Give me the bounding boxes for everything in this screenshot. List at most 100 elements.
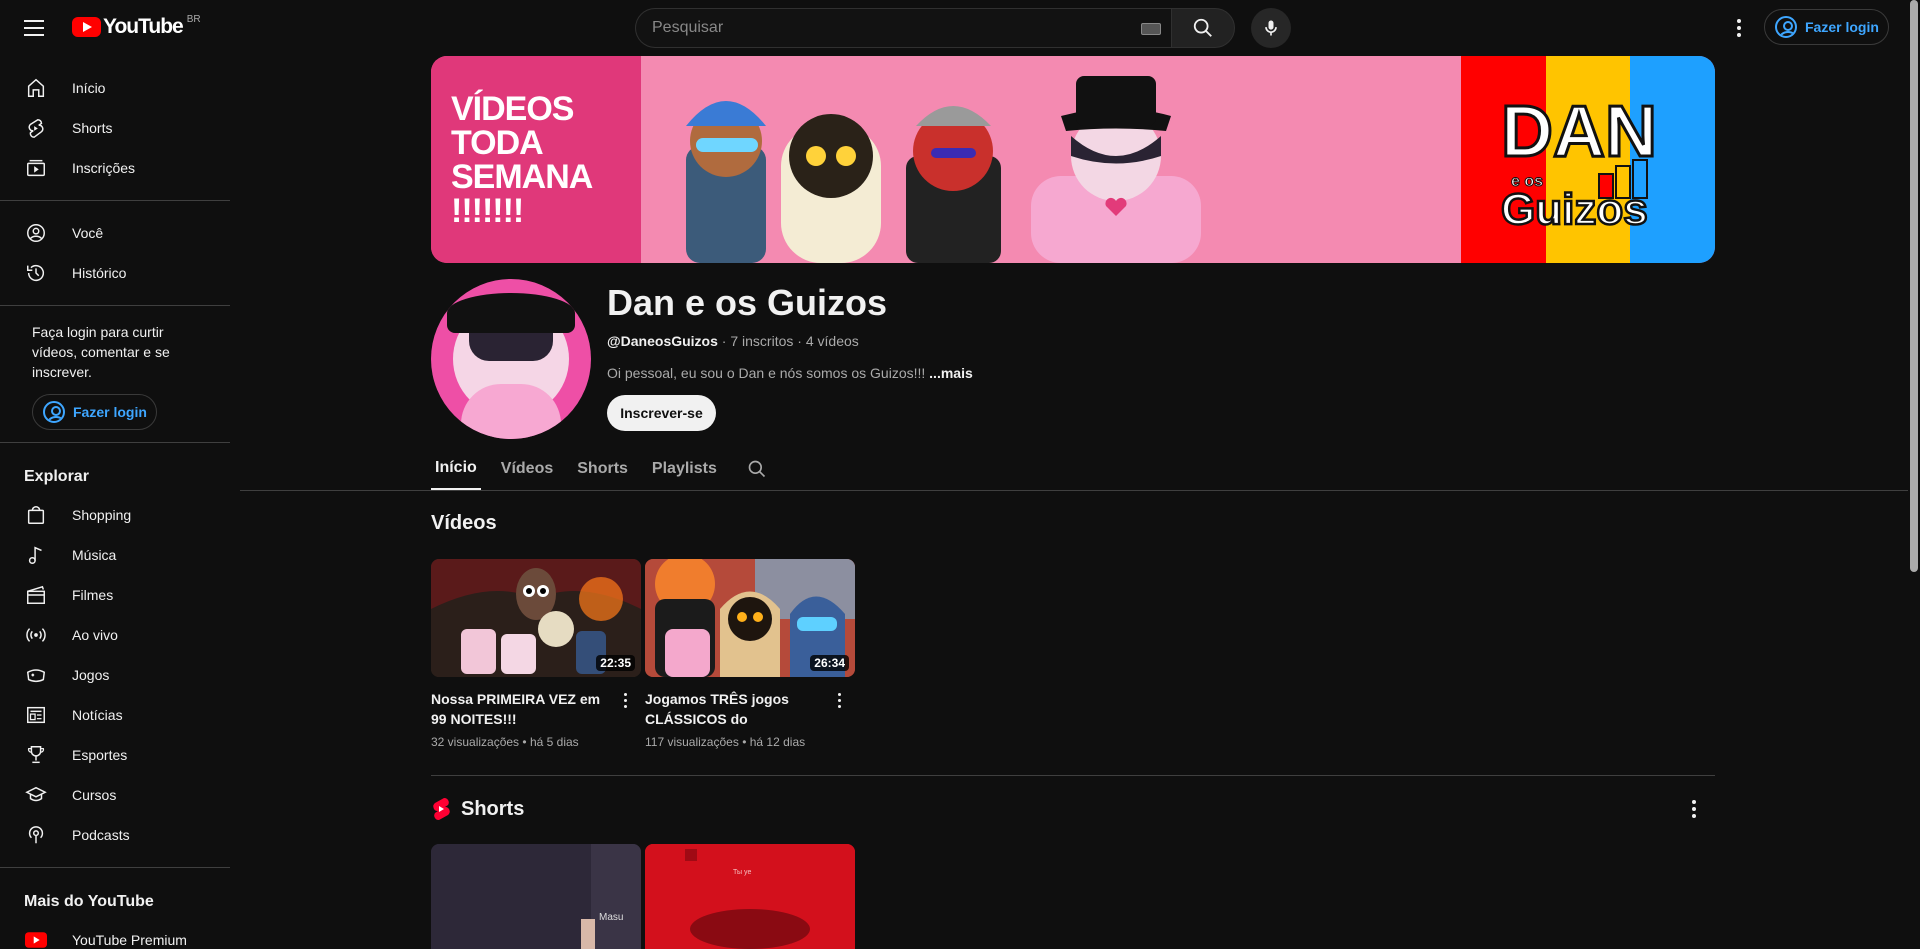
video-age: há 12 dias bbox=[749, 735, 806, 749]
sidebar-login-button[interactable]: Fazer login bbox=[32, 394, 157, 430]
video-card: 26:34 Jogamos TRÊS jogos CLÁSSICOS do RO… bbox=[645, 559, 855, 749]
search-button[interactable] bbox=[1171, 8, 1235, 48]
sidebar-item-voce[interactable]: Você bbox=[0, 213, 230, 253]
menu-icon[interactable] bbox=[20, 14, 48, 42]
youtube-play-icon bbox=[72, 17, 101, 37]
short-thumbnail[interactable]: Ты ye bbox=[645, 844, 855, 949]
channel-name: Dan e os Guizos bbox=[607, 282, 888, 323]
search-input[interactable] bbox=[652, 19, 1122, 37]
subscriptions-icon bbox=[24, 156, 48, 180]
video-meta: 117 visualizações • há 12 dias bbox=[645, 735, 806, 749]
sidebar-item-label: Cursos bbox=[72, 787, 117, 803]
country-code: BR bbox=[186, 13, 201, 25]
sidebar-item-filmes[interactable]: Filmes bbox=[0, 575, 230, 615]
sidebar-item-shopping[interactable]: Shopping bbox=[0, 495, 230, 535]
search-box bbox=[635, 8, 1171, 48]
logo-text: YouTube bbox=[103, 15, 184, 38]
sidebar-item-shorts[interactable]: Shorts bbox=[0, 108, 230, 148]
channel-banner: VÍDEOS TODA SEMANA !!!!!!! DAN e os Guiz… bbox=[431, 56, 1715, 263]
divider bbox=[0, 305, 230, 306]
signin-prompt: Faça login para curtir vídeos, comentar … bbox=[32, 324, 170, 380]
channel-handle: @DaneosGuizos bbox=[607, 333, 718, 349]
video-age: há 5 dias bbox=[529, 735, 579, 749]
short-thumbnail-art: Ты ye bbox=[645, 844, 855, 949]
home-icon bbox=[24, 76, 48, 100]
sidebar: Início Shorts Inscrições Você Histórico … bbox=[0, 56, 230, 949]
sports-icon bbox=[24, 743, 48, 767]
short-overlay-text: Masu bbox=[599, 912, 623, 923]
video-duration: 22:35 bbox=[596, 655, 635, 671]
tab-videos[interactable]: Vídeos bbox=[497, 448, 557, 490]
sidebar-item-esportes[interactable]: Esportes bbox=[0, 735, 230, 775]
short-thumbnail[interactable]: Masu bbox=[431, 844, 641, 949]
scrollbar-thumb[interactable] bbox=[1910, 0, 1918, 572]
page-scrollbar[interactable] bbox=[1908, 0, 1920, 949]
sidebar-item-noticias[interactable]: Notícias bbox=[0, 695, 230, 735]
tab-playlists[interactable]: Playlists bbox=[648, 448, 721, 490]
video-views: 117 visualizações bbox=[645, 735, 739, 749]
sidebar-item-podcasts[interactable]: Podcasts bbox=[0, 815, 230, 855]
sidebar-item-ao-vivo[interactable]: Ao vivo bbox=[0, 615, 230, 655]
sidebar-item-musica[interactable]: Música bbox=[0, 535, 230, 575]
microphone-icon bbox=[1265, 20, 1277, 36]
sidebar-item-inicio[interactable]: Início bbox=[0, 68, 230, 108]
tab-shorts[interactable]: Shorts bbox=[573, 448, 632, 490]
more-link[interactable]: ...mais bbox=[929, 365, 973, 381]
more-from-youtube-title: Mais do YouTube bbox=[24, 893, 154, 910]
sidebar-item-label: Você bbox=[72, 225, 104, 241]
channel-search-icon[interactable] bbox=[745, 448, 769, 490]
video-thumbnail[interactable]: 22:35 bbox=[431, 559, 641, 677]
youtube-logo[interactable]: YouTube BR bbox=[72, 13, 201, 39]
sidebar-item-cursos[interactable]: Cursos bbox=[0, 775, 230, 815]
video-title[interactable]: Nossa PRIMEIRA VEZ em 99 NOITES!!! bbox=[431, 689, 611, 729]
history-icon bbox=[24, 261, 48, 285]
sidebar-item-jogos[interactable]: Jogos bbox=[0, 655, 230, 695]
shopping-icon bbox=[24, 503, 48, 527]
shorts-section-header[interactable]: Shorts bbox=[431, 797, 524, 821]
section-divider bbox=[431, 775, 1715, 776]
sidebar-item-label: Esportes bbox=[72, 747, 128, 763]
video-meta: 32 visualizações • há 5 dias bbox=[431, 735, 579, 749]
videos-section-title[interactable]: Vídeos bbox=[431, 512, 497, 535]
shorts-icon bbox=[24, 116, 48, 140]
sidebar-item-historico[interactable]: Histórico bbox=[0, 253, 230, 293]
courses-icon bbox=[24, 783, 48, 807]
sidebar-item-label: Inscrições bbox=[72, 160, 136, 176]
tabs-divider bbox=[240, 490, 1908, 491]
video-thumbnail[interactable]: 26:34 bbox=[645, 559, 855, 677]
banner-logo-art: DAN e os Guizos bbox=[1500, 91, 1659, 236]
video-more-icon[interactable] bbox=[829, 688, 849, 712]
divider bbox=[0, 442, 230, 443]
tab-inicio[interactable]: Início bbox=[431, 448, 481, 490]
voice-search-button[interactable] bbox=[1251, 8, 1291, 48]
channel-avatar[interactable] bbox=[431, 279, 591, 439]
divider bbox=[0, 200, 230, 201]
sidebar-item-label: Filmes bbox=[72, 587, 114, 603]
sidebar-item-label: Música bbox=[72, 547, 117, 563]
banner-slogan-line: TODA bbox=[451, 123, 544, 162]
shorts-more-icon[interactable] bbox=[1682, 795, 1706, 823]
video-title[interactable]: Jogamos TRÊS jogos CLÁSSICOS do ROBLOX!!… bbox=[645, 689, 825, 729]
channel-tabs: Início Vídeos Shorts Playlists bbox=[431, 448, 769, 490]
channel-description[interactable]: Oi pessoal, eu sou o Dan e nós somos os … bbox=[607, 365, 973, 381]
sidebar-item-label: Ao vivo bbox=[72, 627, 118, 643]
sidebar-item-label: Notícias bbox=[72, 707, 123, 723]
you-icon bbox=[24, 221, 48, 245]
gaming-icon bbox=[24, 663, 48, 687]
sidebar-item-label: Shorts bbox=[72, 120, 113, 136]
settings-more-icon[interactable] bbox=[1723, 12, 1755, 44]
banner-slogan-line: SEMANA bbox=[451, 157, 593, 196]
search-bar bbox=[635, 8, 1235, 48]
sidebar-item-youtube-premium[interactable]: YouTube Premium bbox=[0, 920, 230, 949]
video-card: 22:35 Nossa PRIMEIRA VEZ em 99 NOITES!!!… bbox=[431, 559, 641, 749]
short-thumbnail-art: Masu bbox=[431, 844, 641, 949]
account-icon bbox=[43, 401, 65, 423]
explore-title: Explorar bbox=[24, 468, 89, 485]
sidebar-item-inscricoes[interactable]: Inscrições bbox=[0, 148, 230, 188]
subscribe-button[interactable]: Inscrever-se bbox=[607, 395, 716, 431]
login-button[interactable]: Fazer login bbox=[1764, 9, 1889, 45]
video-more-icon[interactable] bbox=[615, 688, 635, 712]
keyboard-icon[interactable] bbox=[1141, 23, 1161, 35]
video-views: 32 visualizações bbox=[431, 735, 520, 749]
sidebar-item-label: Podcasts bbox=[72, 827, 130, 843]
